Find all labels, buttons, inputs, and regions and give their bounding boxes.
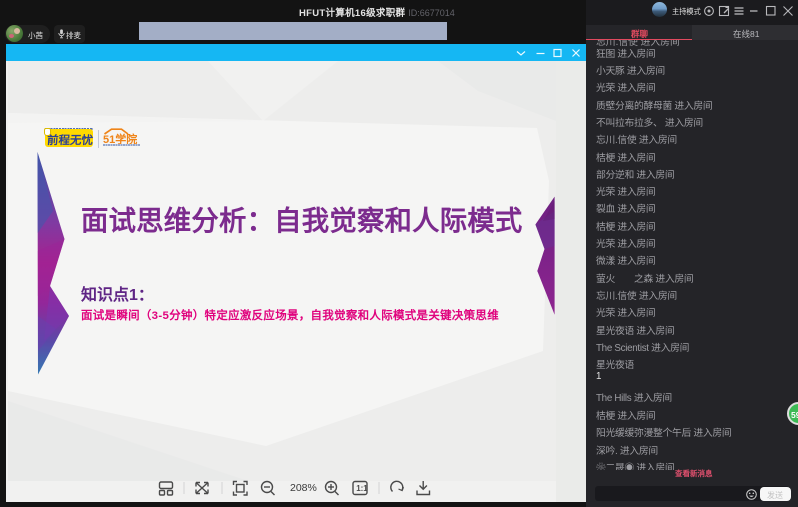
svg-text:1:1: 1:1 xyxy=(356,484,368,493)
svg-text:208%: 208% xyxy=(290,482,317,494)
